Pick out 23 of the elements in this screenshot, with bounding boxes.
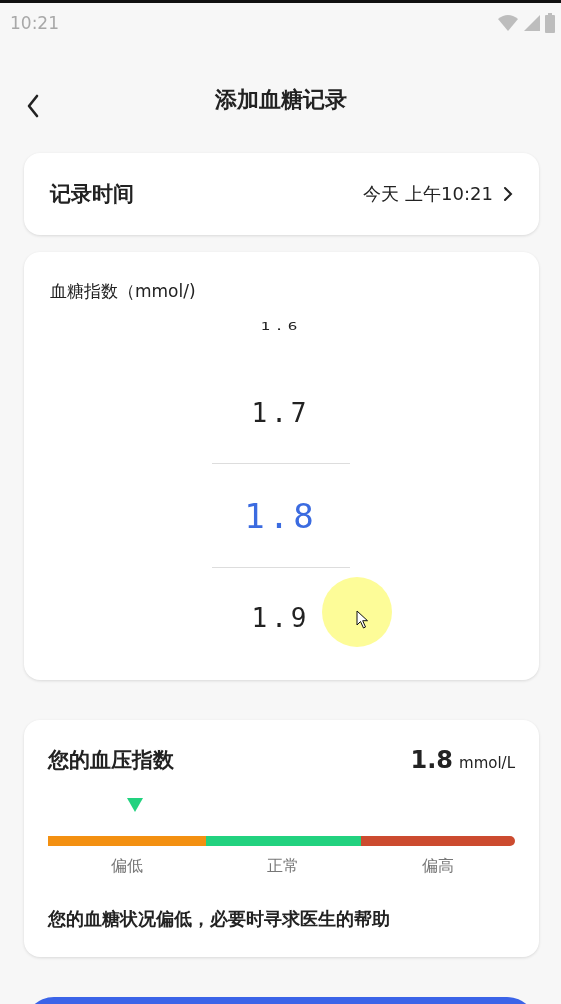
wifi-icon xyxy=(497,13,519,32)
record-time-value: 今天 上午10:21 xyxy=(363,182,493,206)
picker-label: 血糖指数（mmol/) xyxy=(50,281,196,301)
picker-option[interactable]: 1.6 xyxy=(260,322,302,332)
record-time-label: 记录时间 xyxy=(50,181,134,208)
record-time-row[interactable]: 记录时间 今天 上午10:21 xyxy=(24,153,539,235)
picker-option[interactable]: 1.9 xyxy=(251,603,311,633)
picker-option[interactable]: 1.8 xyxy=(244,495,318,536)
result-title: 您的血压指数 xyxy=(48,747,174,774)
range-label: 正常 xyxy=(267,856,300,877)
picker-option[interactable]: 1.7 xyxy=(251,398,311,428)
range-label: 偏高 xyxy=(421,856,454,877)
range-label: 偏低 xyxy=(110,856,143,877)
page-title: 添加血糖记录 xyxy=(214,86,347,114)
chevron-right-icon xyxy=(503,186,513,202)
result-message: 您的血糖状况偏低，必要时寻求医生的帮助 xyxy=(48,907,391,931)
result-value: 1.8 xyxy=(410,746,453,774)
back-icon xyxy=(26,94,40,118)
battery-icon xyxy=(545,12,555,33)
signal-icon xyxy=(523,13,541,32)
result-unit: mmol/L xyxy=(459,754,515,772)
pointer-icon xyxy=(356,610,370,630)
status-time: 10:21 xyxy=(10,12,59,33)
